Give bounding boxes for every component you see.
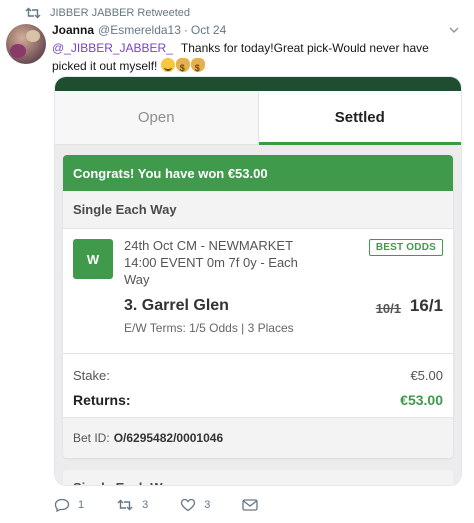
heart-icon [181,498,196,512]
user-name[interactable]: Joanna [52,23,94,37]
selection-row: W 24th Oct CM - NEWMARKET 14:00 EVENT 0m… [63,229,453,353]
selection-name: 3. Garrel Glen [124,297,229,314]
retweet-button[interactable]: 3 [116,499,148,511]
mention-link[interactable]: @_JIBBER_JABBER_ [52,41,173,55]
next-bet-card: Single Each Way [63,470,453,485]
stake-value: €5.00 [410,368,443,383]
retweet-label[interactable]: JIBBER JABBER Retweeted [50,7,190,19]
retweet-icon [24,7,42,19]
envelope-icon [242,499,259,511]
direct-message-button[interactable] [242,499,266,511]
best-odds-badge: BEST ODDS [368,239,443,256]
tweet-actions: 1 3 3 [54,496,298,514]
retweet-context: JIBBER JABBER Retweeted [24,6,190,20]
like-count: 3 [204,499,211,511]
reply-count: 1 [78,499,85,511]
user-handle[interactable]: @Esmerelda13 [98,23,181,37]
stake-returns: Stake: €5.00 Returns: €53.00 [63,353,453,417]
tab-settled[interactable]: Settled [258,91,461,145]
settled-odds: 16/1 [409,296,443,315]
returns-value: €53.00 [400,392,443,408]
bet-list: Congrats! You have won €53.00 Single Eac… [55,145,461,485]
bet-tabs: Open Settled [55,91,461,145]
tweet-date[interactable]: Oct 24 [191,23,226,37]
each-way-terms: E/W Terms: 1/5 Odds | 3 Places [124,321,294,335]
tab-open[interactable]: Open [55,91,259,144]
stake-label: Stake: [73,368,110,383]
tweet-media-image[interactable]: Open Settled Congrats! You have won €53.… [54,76,462,486]
reply-button[interactable]: 1 [54,498,84,512]
bet-id-label: Bet ID: [73,431,110,445]
event-name: 24th Oct CM - NEWMARKET 14:00 EVENT 0m 7… [124,238,298,287]
like-button[interactable]: 3 [180,498,210,512]
win-banner: Congrats! You have won €53.00 [63,155,453,191]
bet-card: Congrats! You have won €53.00 Single Eac… [63,155,453,458]
tweet-header: Joanna @Esmerelda13 · Oct 24 [52,22,460,38]
bet-type-label: Single Each Way [63,191,453,229]
tweet-text: @_JIBBER_JABBER_ Thanks for today!Great p… [52,39,462,77]
returns-row: Returns: €53.00 [73,392,443,408]
reply-icon [54,498,70,512]
avatar[interactable] [6,24,46,64]
smiley-emoji-icon [160,58,175,72]
retweet-icon [117,499,133,511]
separator-dot: · [183,23,188,37]
original-odds: 10/1 [375,301,401,316]
app-header-bar [55,77,461,91]
chevron-down-icon[interactable] [448,24,460,36]
bet-id-value: O/6295482/0001046 [113,431,224,445]
retweet-count: 3 [142,499,149,511]
result-badge: W [73,239,113,279]
bet-id-row: Bet ID: O/6295482/0001046 [63,417,453,458]
money-bag-emoji-icon [175,58,190,77]
money-bag-emoji-icon [190,58,205,77]
returns-label: Returns: [73,392,131,408]
stake-row: Stake: €5.00 [73,368,443,383]
